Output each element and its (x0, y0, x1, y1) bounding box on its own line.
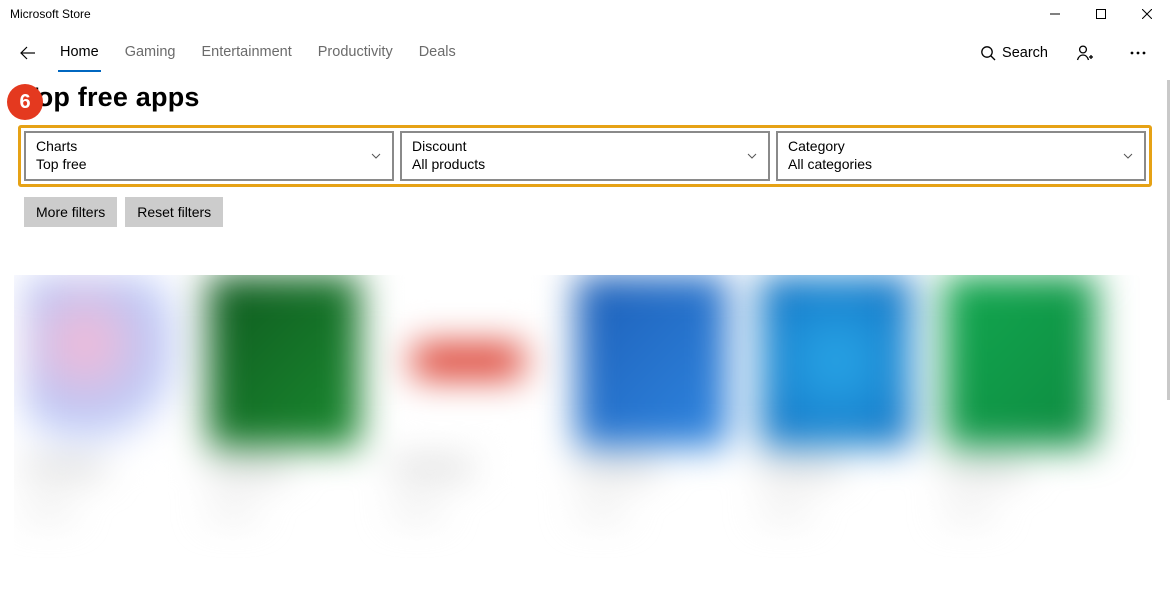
top-right-controls: Search (980, 35, 1162, 71)
app-subtitle-placeholder (392, 505, 442, 515)
app-title-placeholder (208, 461, 288, 475)
filter-value: All categories (788, 156, 1134, 174)
more-button[interactable] (1120, 35, 1156, 71)
app-tile[interactable] (760, 275, 912, 515)
back-icon (19, 44, 37, 62)
more-filters-button[interactable]: More filters (24, 197, 117, 227)
search-label: Search (1002, 45, 1048, 61)
app-subtitle-placeholder (760, 505, 810, 515)
window-controls (1032, 0, 1170, 28)
minimize-button[interactable] (1032, 0, 1078, 28)
close-button[interactable] (1124, 0, 1170, 28)
search-button[interactable]: Search (980, 45, 1048, 61)
filter-label: Category (788, 138, 1134, 156)
page-title: Top free apps (0, 78, 1170, 119)
app-thumbnail (944, 275, 1096, 447)
app-title-placeholder (24, 461, 104, 475)
filter-category-dropdown[interactable]: Category All categories (776, 131, 1146, 181)
search-icon (980, 45, 996, 61)
person-add-icon (1074, 43, 1094, 63)
filter-charts-dropdown[interactable]: Charts Top free (24, 131, 394, 181)
nav-tab-entertainment[interactable]: Entertainment (201, 36, 291, 70)
account-button[interactable] (1066, 35, 1102, 71)
chevron-down-icon (746, 150, 758, 162)
top-nav: Home Gaming Entertainment Productivity D… (0, 28, 1170, 78)
app-subtitle-placeholder (576, 505, 626, 515)
app-title-placeholder (944, 461, 1024, 475)
chevron-down-icon (370, 150, 382, 162)
annotation-step-badge: 6 (7, 84, 43, 120)
nav-tabs: Home Gaming Entertainment Productivity D… (60, 36, 456, 70)
filter-label: Charts (36, 138, 382, 156)
app-subtitle-placeholder (24, 505, 74, 515)
maximize-button[interactable] (1078, 0, 1124, 28)
app-thumbnail (24, 275, 176, 447)
filter-label: Discount (412, 138, 758, 156)
app-thumbnail (760, 275, 912, 447)
chevron-down-icon (1122, 150, 1134, 162)
app-carousel (14, 275, 1156, 565)
window-title: Microsoft Store (10, 7, 91, 21)
app-title-placeholder (760, 461, 840, 475)
app-tile[interactable] (944, 275, 1096, 515)
close-icon (1142, 9, 1152, 19)
filter-buttons-row: More filters Reset filters (0, 187, 1170, 227)
reset-filters-button[interactable]: Reset filters (125, 197, 223, 227)
app-subtitle-placeholder (944, 505, 994, 515)
back-button[interactable] (8, 33, 48, 73)
maximize-icon (1096, 9, 1106, 19)
filter-value: Top free (36, 156, 382, 174)
app-thumbnail (392, 275, 544, 447)
app-title-placeholder (576, 461, 656, 475)
ellipsis-icon (1130, 51, 1146, 55)
window-titlebar: Microsoft Store (0, 0, 1170, 28)
filter-discount-dropdown[interactable]: Discount All products (400, 131, 770, 181)
filters-row-highlight: Charts Top free Discount All products Ca… (18, 125, 1152, 187)
app-thumbnail (208, 275, 360, 447)
app-subtitle-placeholder (208, 505, 258, 515)
nav-tab-gaming[interactable]: Gaming (125, 36, 176, 70)
app-thumbnail (576, 275, 728, 447)
minimize-icon (1050, 9, 1060, 19)
app-tile[interactable] (24, 275, 176, 515)
nav-tab-productivity[interactable]: Productivity (318, 36, 393, 70)
app-tile[interactable] (392, 275, 544, 515)
filter-value: All products (412, 156, 758, 174)
app-title-placeholder (392, 461, 472, 475)
nav-tab-deals[interactable]: Deals (419, 36, 456, 70)
nav-tab-home[interactable]: Home (60, 36, 99, 70)
app-tile[interactable] (576, 275, 728, 515)
app-tile[interactable] (208, 275, 360, 515)
